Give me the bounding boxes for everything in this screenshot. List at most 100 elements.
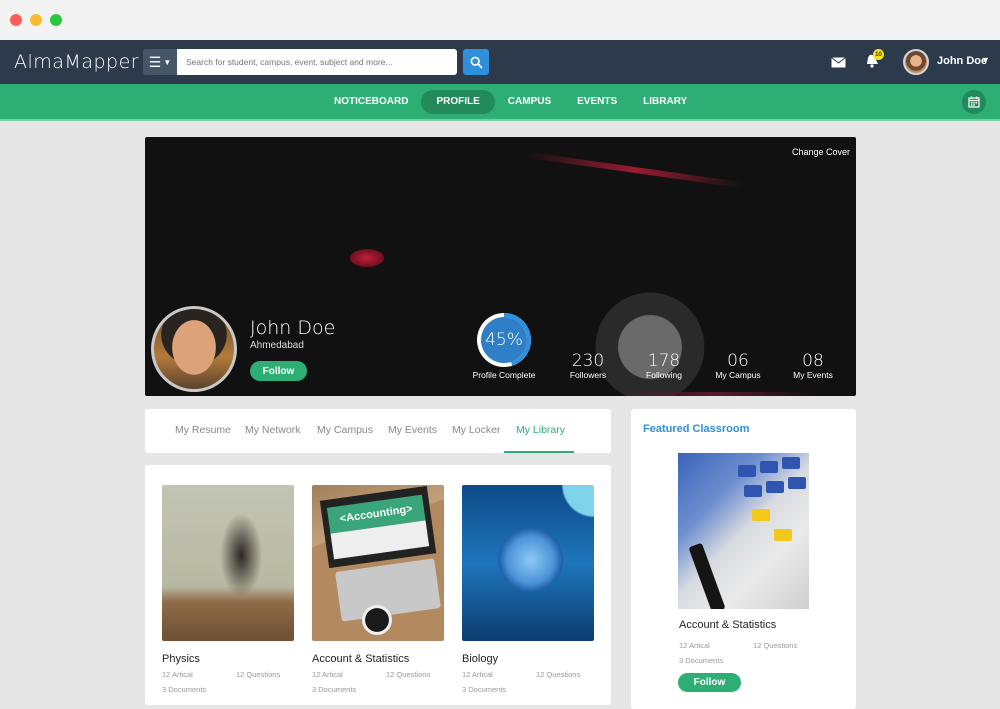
biology-thumbnail[interactable] [462,485,594,641]
chevron-down-icon: ▼ [163,57,172,67]
profile-tabs: My Resume My Network My Campus My Events… [145,409,611,453]
user-menu-chevron-icon[interactable]: ▼ [981,55,990,65]
search-icon [470,56,483,69]
close-window-button[interactable] [10,14,22,26]
stat-value: 178 [647,351,681,371]
featured-classroom-title[interactable]: Account & Statistics [679,619,776,631]
cover-image-detail [615,392,815,396]
library-item-biology[interactable]: Biology 12 Artical 12 Questions 3 Documen… [462,485,594,694]
tab-my-resume[interactable]: My Resume [175,424,231,436]
search-input[interactable] [177,49,457,75]
tab-my-events[interactable]: My Events [388,424,437,436]
stat-value: 06 [727,351,749,371]
stat-following[interactable]: 178 Following [629,352,699,380]
top-header: AlmaMapper ☰▼ 10 John Doe ▼ [0,40,1000,84]
stat-label: Following [646,370,682,380]
document-count: 3 Documents [462,685,507,694]
featured-classroom-image[interactable] [678,453,809,609]
library-item-physics[interactable]: Physics 12 Artical 12 Questions 3 Documen… [162,485,294,694]
tab-my-locker[interactable]: My Locker [452,424,500,436]
nav-campus[interactable]: CAMPUS [495,90,564,114]
user-name[interactable]: John Doe [937,55,987,67]
hamburger-icon: ☰ [148,53,162,70]
library-item-meta: 12 Artical 12 Questions [162,670,294,680]
nav-library[interactable]: LIBRARY [630,90,700,114]
library-item-meta: 12 Artical 12 Questions [462,670,594,680]
user-avatar[interactable] [903,49,929,75]
maximize-window-button[interactable] [50,14,62,26]
library-item-meta: 12 Artical 12 Questions [312,670,444,680]
change-cover-link[interactable]: Change Cover [792,147,850,157]
document-count: 3 Documents [162,685,207,694]
profile-name: John Doe [250,317,336,339]
calculator-key [744,485,762,497]
question-count: 12 Questions [536,670,581,679]
document-count: 3 Documents [679,656,724,665]
calculator-key [774,529,792,541]
question-count: 12 Questions [386,670,431,679]
stat-followers[interactable]: 230 Followers [553,352,623,380]
tab-my-library[interactable]: My Library [516,424,565,436]
messages-button[interactable] [831,55,846,73]
stat-label: Followers [569,370,607,380]
library-item-title[interactable]: Biology [462,653,594,665]
coffee-cup [362,605,392,635]
notifications-button[interactable]: 10 [865,49,884,72]
library-list: Physics 12 Artical 12 Questions 3 Documen… [145,465,611,705]
tab-my-network[interactable]: My Network [245,424,300,436]
stat-label: My Campus [715,370,761,380]
stat-my-campus[interactable]: 06 My Campus [703,352,773,380]
profile-cover: Change Cover John Doe Ahmedabad Follow 4… [145,137,856,396]
calculator-key [766,481,784,493]
calculator-key [760,461,778,473]
accounting-thumbnail[interactable]: <Accounting> [312,485,444,641]
stat-label: My Events [793,370,833,380]
document-count: 3 Documents [312,685,357,694]
cover-image-detail [350,249,384,267]
question-count: 12 Questions [236,670,281,679]
nav-profile[interactable]: PROFILE [421,90,495,114]
library-item-account-statistics[interactable]: <Accounting> Account & Statistics 12 Art… [312,485,444,694]
featured-classroom-meta: 12 Artical 12 Questions [679,641,819,651]
featured-classroom-heading: Featured Classroom [643,423,750,435]
calendar-icon [968,96,980,108]
article-count: 12 Artical [679,641,710,650]
article-count: 12 Artical [312,670,343,679]
tab-my-campus[interactable]: My Campus [317,424,373,436]
profile-location: Ahmedabad [250,340,304,351]
window-titlebar [0,0,1000,40]
calculator-key [782,457,800,469]
profile-completion-label: Profile Complete [472,370,536,380]
pen [688,542,726,609]
follow-button[interactable]: Follow [250,361,307,381]
category-menu-button[interactable]: ☰ ▼ [143,49,177,75]
calculator-key [788,477,806,489]
stat-value: 230 [571,351,605,371]
featured-follow-button[interactable]: Follow [678,673,741,692]
stat-value: 08 [802,351,824,371]
laptop-screen: <Accounting> [319,485,437,569]
profile-completion-value: 45% [485,330,523,350]
library-item-title[interactable]: Physics [162,653,294,665]
library-item-title[interactable]: Account & Statistics [312,653,444,665]
article-count: 12 Artical [462,670,493,679]
calendar-button[interactable] [962,90,986,114]
stat-my-events[interactable]: 08 My Events [778,352,848,380]
search-button[interactable] [463,49,489,75]
main-nav: NOTICEBOARD PROFILE CAMPUS EVENTS LIBRAR… [0,84,1000,121]
active-tab-indicator [504,451,574,453]
minimize-window-button[interactable] [30,14,42,26]
mail-icon [831,57,846,68]
featured-classroom-card: Featured Classroom Account & Statistics … [631,409,856,709]
nav-events[interactable]: EVENTS [564,90,630,114]
profile-avatar[interactable] [151,306,237,392]
question-count: 12 Questions [753,641,798,650]
physics-thumbnail[interactable] [162,485,294,641]
calculator-key [752,509,770,521]
nav-noticeboard[interactable]: NOTICEBOARD [321,90,421,114]
cover-image-detail [525,151,745,189]
notification-count-badge: 10 [873,49,884,60]
calculator-key [738,465,756,477]
article-count: 12 Artical [162,670,193,679]
app-logo[interactable]: AlmaMapper [14,51,139,73]
